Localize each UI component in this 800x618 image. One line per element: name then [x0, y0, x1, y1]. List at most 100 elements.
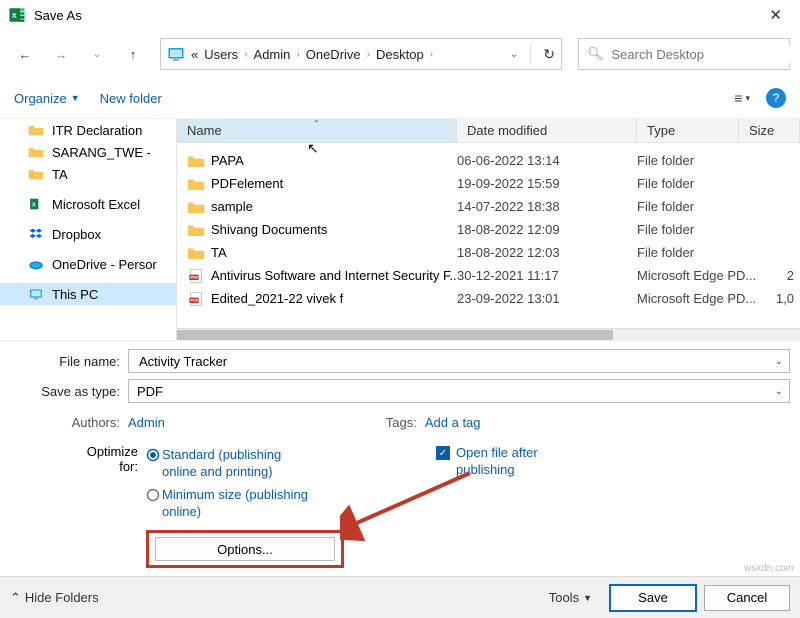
forward-button[interactable]: →	[46, 39, 76, 69]
file-date: 30-12-2021 11:17	[457, 268, 637, 283]
radio-selected-icon	[146, 448, 162, 465]
chevron-down-icon[interactable]: ⌄	[775, 386, 783, 397]
svg-text:PDF: PDF	[190, 297, 199, 302]
optimize-minimum-radio[interactable]: Minimum size (publishing online)	[146, 486, 312, 520]
sidebar-item-this-pc[interactable]: This PC	[0, 283, 176, 305]
svg-text:PDF: PDF	[190, 274, 199, 279]
file-size: 1,0	[761, 291, 800, 306]
scroll-thumb[interactable]	[177, 330, 613, 340]
pc-icon	[167, 45, 185, 63]
file-type: Microsoft Edge PD...	[637, 268, 761, 283]
breadcrumb-root[interactable]: «	[191, 47, 198, 62]
file-name: Antivirus Software and Internet Security…	[211, 268, 457, 283]
file-size: 2	[761, 268, 800, 283]
chevron-right-icon: ›	[430, 49, 433, 60]
sidebar-item-excel[interactable]: X Microsoft Excel	[0, 193, 176, 215]
folder-icon	[28, 167, 44, 181]
column-date[interactable]: Date modified	[457, 119, 637, 142]
sidebar-item-folder[interactable]: ITR Declaration	[0, 119, 176, 141]
column-type[interactable]: Type	[637, 119, 739, 142]
breadcrumb-item[interactable]: Users	[204, 47, 238, 62]
recent-dropdown[interactable]: ⌄	[82, 39, 112, 69]
title-bar: X Save As ✕	[0, 0, 800, 30]
open-after-checkbox[interactable]: ✓ Open file after publishing	[436, 444, 566, 478]
refresh-button[interactable]: ↻	[543, 46, 555, 63]
folder-icon	[28, 123, 44, 137]
options-button[interactable]: Options...	[155, 537, 335, 561]
address-bar[interactable]: « Users › Admin › OneDrive › Desktop › ⌄…	[160, 38, 562, 70]
file-name-field[interactable]: ⌄	[128, 349, 790, 373]
optimize-label: Optimize for:	[66, 444, 146, 520]
file-row[interactable]: PDFelement19-09-2022 15:59File folder	[177, 172, 800, 195]
chevron-down-icon: ▼	[71, 93, 80, 103]
organize-label: Organize	[14, 91, 67, 106]
search-box[interactable]: 🔍︎	[578, 38, 790, 70]
onedrive-icon	[28, 257, 44, 271]
authors-value[interactable]: Admin	[128, 415, 165, 430]
excel-icon: X	[28, 197, 44, 211]
file-row[interactable]: PDFEdited_2021-22 vivek f23-09-2022 13:0…	[177, 287, 800, 310]
form-area: File name: ⌄ Save as type: PDF ⌄ Authors…	[0, 341, 800, 568]
new-folder-button[interactable]: New folder	[100, 91, 162, 106]
view-menu[interactable]: ≡ ▾	[734, 90, 750, 106]
nav-bar: ← → ⌄ ↑ « Users › Admin › OneDrive › Des…	[0, 30, 800, 78]
up-button[interactable]: ↑	[118, 39, 148, 69]
column-size[interactable]: Size	[739, 119, 800, 142]
folder-icon	[187, 153, 205, 169]
file-row[interactable]: sample14-07-2022 18:38File folder	[177, 195, 800, 218]
sidebar-item-folder[interactable]: SARANG_TWE -	[0, 141, 176, 163]
main-area: ITR Declaration SARANG_TWE - TA X Micros…	[0, 119, 800, 340]
file-row[interactable]: PAPA06-06-2022 13:14File folder	[177, 149, 800, 172]
breadcrumb-item[interactable]: Desktop	[376, 47, 424, 62]
tags-value[interactable]: Add a tag	[425, 415, 481, 430]
pdf-icon: PDF	[187, 291, 205, 307]
open-after-label: Open file after publishing	[456, 444, 566, 478]
file-row[interactable]: TA18-08-2022 12:03File folder	[177, 241, 800, 264]
help-button[interactable]: ?	[766, 88, 786, 108]
hide-folders-button[interactable]: ⌃Hide Folders	[10, 590, 99, 606]
file-type: Microsoft Edge PD...	[637, 291, 761, 306]
search-input[interactable]	[610, 46, 790, 63]
address-dropdown[interactable]: ⌄	[510, 49, 518, 60]
sidebar-item-label: Microsoft Excel	[52, 197, 140, 212]
sort-asc-icon: ⌃	[313, 119, 320, 128]
breadcrumb-item[interactable]: OneDrive	[306, 47, 361, 62]
file-date: 14-07-2022 18:38	[457, 199, 637, 214]
file-type: File folder	[637, 222, 761, 237]
sidebar-item-label: This PC	[52, 287, 98, 302]
breadcrumb-item[interactable]: Admin	[254, 47, 291, 62]
save-type-field[interactable]: PDF ⌄	[128, 379, 790, 403]
file-row[interactable]: Shivang Documents18-08-2022 12:09File fo…	[177, 218, 800, 241]
sidebar-item-folder[interactable]: TA	[0, 163, 176, 185]
sidebar-item-label: SARANG_TWE -	[52, 145, 151, 160]
tools-menu[interactable]: Tools▼	[549, 590, 592, 605]
close-button[interactable]: ✕	[759, 2, 792, 28]
horizontal-scrollbar[interactable]	[177, 328, 800, 340]
sidebar-item-onedrive[interactable]: OneDrive - Persor	[0, 253, 176, 275]
back-button[interactable]: ←	[10, 39, 40, 69]
file-row[interactable]: PDF Antivirus Software and Internet Secur…	[177, 264, 800, 287]
chevron-right-icon: ›	[367, 49, 370, 60]
cancel-button[interactable]: Cancel	[704, 585, 790, 611]
checkbox-checked-icon: ✓	[436, 446, 450, 460]
file-name-input[interactable]	[137, 353, 781, 370]
options-highlight: Options...	[146, 530, 344, 568]
column-name[interactable]: ⌃Name	[177, 119, 457, 142]
file-list: ⌃Name Date modified Type Size PAPA06-06-…	[177, 119, 800, 340]
watermark: wsxdn.com	[744, 563, 794, 574]
optimize-standard-radio[interactable]: Standard (publishing online and printing…	[146, 446, 312, 480]
sidebar-item-label: ITR Declaration	[52, 123, 142, 138]
save-button[interactable]: Save	[610, 585, 696, 611]
file-name: TA	[211, 245, 227, 260]
sidebar-item-dropbox[interactable]: Dropbox	[0, 223, 176, 245]
chevron-down-icon[interactable]: ⌄	[775, 356, 783, 367]
file-name: sample	[211, 199, 253, 214]
organize-menu[interactable]: Organize ▼	[14, 91, 80, 106]
folder-icon	[187, 199, 205, 215]
sidebar-item-label: OneDrive - Persor	[52, 257, 157, 272]
file-date: 23-09-2022 13:01	[457, 291, 637, 306]
file-type: File folder	[637, 176, 761, 191]
folder-icon	[28, 145, 44, 159]
tags-label: Tags:	[165, 415, 425, 430]
pdf-icon: PDF	[187, 268, 205, 284]
